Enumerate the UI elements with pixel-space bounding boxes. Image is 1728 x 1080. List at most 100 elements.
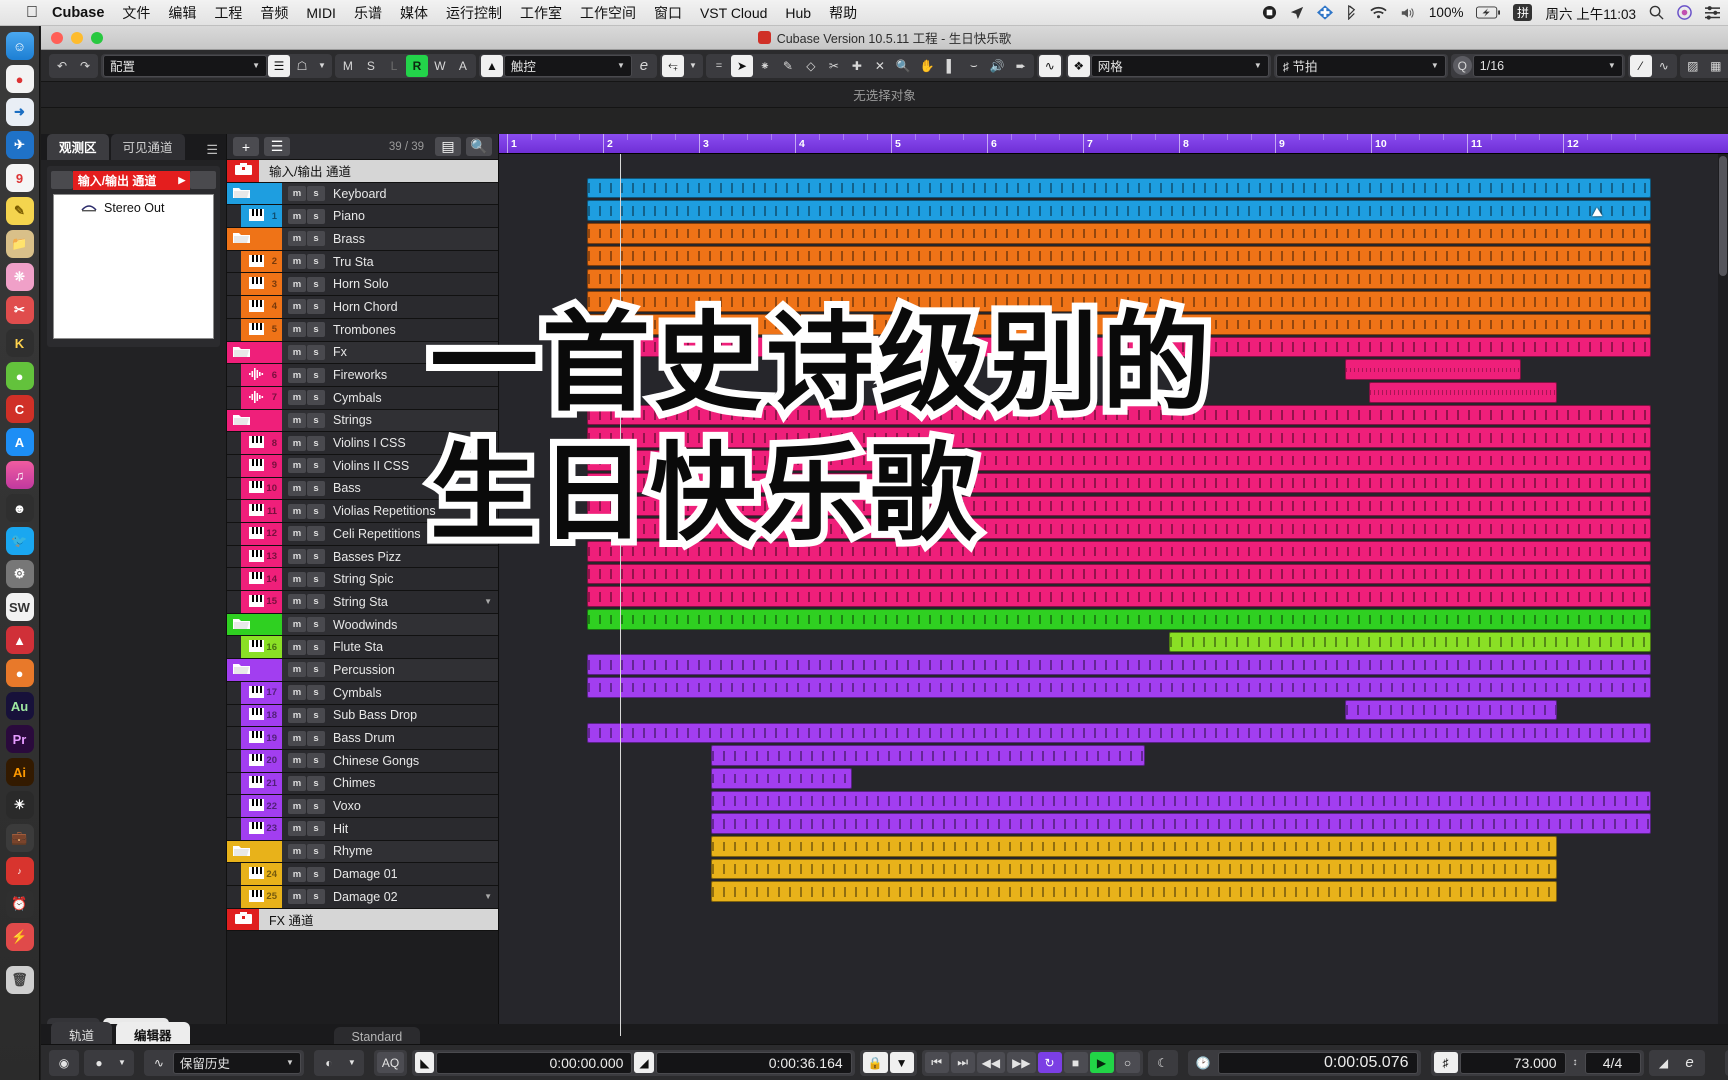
mute-solo-group[interactable]: ms [288, 276, 325, 292]
list-item[interactable]: Stereo Out [54, 195, 213, 215]
solo-button[interactable]: s [307, 299, 325, 315]
solo-button[interactable]: s [307, 594, 325, 610]
right-locator-field[interactable]: 0:00:36.164 [655, 1051, 852, 1074]
dock-app-bag-icon[interactable]: 💼 [5, 824, 34, 852]
tab-observation-area[interactable]: 观测区 [47, 134, 109, 160]
snap-align-icon[interactable]: ⥆ [661, 54, 684, 77]
ruler-bar-mark[interactable]: 11 [1467, 134, 1482, 153]
rewind-icon[interactable]: ◀◀ [976, 1052, 1006, 1073]
clip-event[interactable] [587, 200, 1651, 222]
event-canvas[interactable] [499, 154, 1728, 1036]
snap-cross-icon[interactable]: ❖ [1067, 54, 1090, 77]
track-color-strip[interactable]: 17 [241, 681, 282, 704]
mute-button[interactable]: m [288, 186, 306, 202]
track-row[interactable]: m s Rhyme [227, 840, 498, 864]
ruler-bar-mark[interactable]: 5 [891, 134, 901, 153]
clip-event[interactable] [710, 767, 852, 789]
solo-button[interactable]: s [307, 617, 325, 633]
track-name[interactable]: Piano [333, 209, 365, 223]
track-row[interactable]: 20 m s Chinese Gongs [227, 749, 498, 773]
solo-button[interactable]: s [307, 186, 325, 202]
wifi-icon[interactable] [1370, 6, 1387, 20]
dock-app-orange-icon[interactable]: ● [5, 659, 34, 687]
dock-notes-icon[interactable]: ✎ [5, 197, 34, 225]
transport-bar[interactable]: ◉ ● ▼ ⋮ ∿ 保留历史 ▼ ⋮ ◐ ▼ ⋮ AQ ◣ 0:00:00.00… [41, 1044, 1728, 1080]
track-row[interactable]: FX 通道 [227, 908, 498, 932]
solo-button[interactable]: s [307, 843, 325, 859]
track-row[interactable]: 16 m s Flute Sta [227, 636, 498, 660]
dock-system-preferences-icon[interactable]: ⚙ [5, 560, 34, 588]
track-color-strip[interactable]: 22 [241, 795, 282, 817]
clip-event[interactable] [587, 245, 1651, 267]
track-color-strip[interactable]: 1 [241, 205, 282, 228]
mute-solo-group[interactable]: ms [288, 685, 325, 701]
mute-button[interactable]: m [288, 662, 306, 678]
mute-solo-group[interactable]: ms [288, 775, 325, 791]
mute-button[interactable]: m [288, 299, 306, 315]
warp-icon[interactable]: ⌣ [963, 55, 985, 77]
dock-app-pink-icon[interactable]: ♫ [5, 461, 34, 489]
mute-solo-group[interactable]: ms [288, 889, 325, 905]
speaker-icon[interactable] [1400, 6, 1416, 20]
track-color-strip[interactable]: 2 [241, 250, 282, 273]
skip-end-icon[interactable]: ⏭ [950, 1052, 975, 1073]
track-name[interactable]: Horn Chord [333, 300, 398, 314]
track-name[interactable]: Flute Sta [333, 640, 383, 654]
clip-event[interactable] [587, 654, 1651, 676]
automation-state-group[interactable]: M S L R W A [334, 53, 476, 78]
track-color-strip[interactable]: 7 [241, 386, 282, 409]
mute-button[interactable]: m [288, 753, 306, 769]
clip-event[interactable] [710, 745, 1146, 766]
track-filter-icon[interactable]: ☰ [264, 137, 290, 156]
clip-event[interactable] [587, 518, 1651, 539]
menu-item-midi[interactable]: MIDI [306, 5, 336, 21]
mute-solo-group[interactable]: ms [288, 344, 325, 360]
solo-button[interactable]: s [307, 798, 325, 814]
track-color-strip[interactable]: 21 [241, 772, 282, 795]
dock-wechat-icon[interactable]: ☻ [5, 494, 34, 522]
track-name[interactable]: Chimes [333, 776, 375, 790]
snap-group[interactable]: ∿ [1036, 53, 1063, 78]
track-color-strip[interactable]: 19 [241, 727, 282, 749]
redo-icon[interactable]: ↷ [74, 55, 96, 77]
location-arrow-icon[interactable] [1290, 6, 1304, 20]
menu-item-window[interactable]: 窗口 [654, 3, 682, 23]
track-color-strip[interactable] [227, 409, 282, 432]
track-name[interactable]: Violias Repetitions [333, 504, 436, 518]
project-toolbar[interactable]: ↶ ↷ 配置 ▼ ☰ ☖ ▼ M S L R W A ▲ 触控 ▼ e ⥆ ▼ … [41, 50, 1728, 82]
mute-button[interactable]: m [288, 889, 306, 905]
mute-button[interactable]: m [288, 390, 306, 406]
clip-event[interactable] [710, 836, 1557, 857]
color-icon[interactable]: ➨ [1010, 55, 1032, 77]
touch-mode-group[interactable]: ▲ 触控 ▼ e [478, 53, 657, 78]
mute-solo-group[interactable]: ms [288, 231, 325, 247]
lower-zone-icon[interactable]: ▦ [1705, 55, 1727, 77]
e-icon[interactable]: e [1678, 1052, 1702, 1073]
primary-time-group[interactable]: 🕑 0:00:05.076 [1187, 1049, 1421, 1076]
clip-event[interactable] [587, 427, 1651, 449]
transport-controls-group[interactable]: ⏮ ⏭ ◀◀ ▶▶ ↻ ■ ▶ ○ [921, 1049, 1143, 1076]
scissors-icon[interactable]: ✂ [823, 55, 845, 77]
dock-chrome-icon[interactable]: ● [5, 65, 34, 93]
track-color-strip[interactable]: 8 [241, 432, 282, 454]
track-name[interactable]: Bass [333, 481, 361, 495]
track-row[interactable]: m s Percussion [227, 659, 498, 682]
left-locator-field[interactable]: 0:00:00.000 [436, 1051, 633, 1074]
track-row[interactable]: 21 m s Chimes [227, 772, 498, 796]
ruler-bar-mark[interactable]: 2 [603, 134, 613, 153]
diamond-app-icon[interactable] [1316, 5, 1333, 20]
track-color-strip[interactable]: 25 [241, 886, 282, 908]
beat-group[interactable]: ♯ 节拍 ▼ [1273, 53, 1448, 78]
mute-solo-group[interactable]: ms [288, 662, 325, 678]
palette-group[interactable]: ◐ ▼ [313, 1049, 364, 1076]
vertical-scrollbar[interactable] [1718, 154, 1728, 1036]
tools-group[interactable]: = ➤ ⁕ ✎ ◇ ✂ ✚ ✕ 🔍 ✋ ▌ ⌣ 🔊 ➨ [705, 53, 1034, 78]
clip-event[interactable] [587, 563, 1651, 585]
track-name[interactable]: Sub Bass Drop [333, 708, 417, 722]
menu-item-hub[interactable]: Hub [785, 5, 811, 21]
mute-button[interactable]: m [288, 458, 306, 474]
mute-button[interactable]: m [288, 685, 306, 701]
track-color-strip[interactable]: 14 [241, 568, 282, 591]
ruler-bar-mark[interactable]: 10 [1371, 134, 1387, 153]
solo-button[interactable]: s [307, 480, 325, 496]
